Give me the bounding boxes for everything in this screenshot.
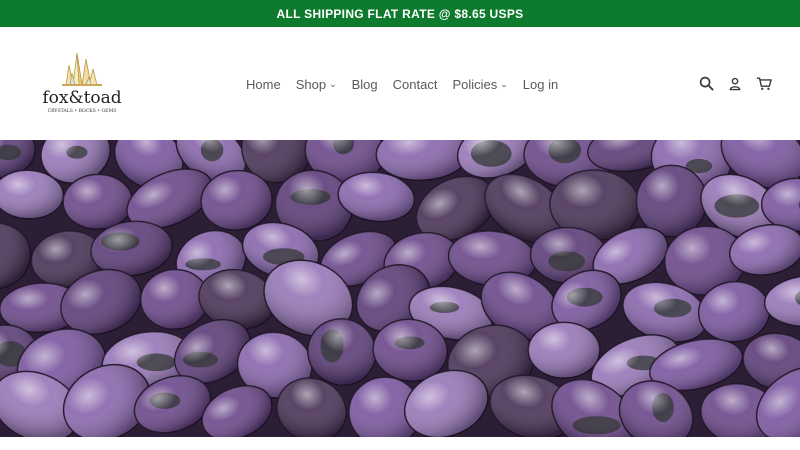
logo-wordmark: fox&toad <box>42 88 121 108</box>
nav-shop[interactable]: Shop ⌄ <box>296 77 337 92</box>
announcement-bar: ALL SHIPPING FLAT RATE @ $8.65 USPS <box>0 0 800 27</box>
cart-icon[interactable] <box>754 73 774 93</box>
nav-contact[interactable]: Contact <box>393 77 438 92</box>
header-icons <box>696 73 783 93</box>
nav-label: Home <box>246 76 281 92</box>
nav-label: Blog <box>351 76 378 92</box>
nav-label: Shop <box>295 76 327 92</box>
chevron-down-icon: ⌄ <box>500 78 508 89</box>
stone-highlight <box>528 322 600 379</box>
nav-log-in[interactable]: Log in <box>523 77 558 92</box>
store-logo[interactable]: fox&toad CRYSTALS • ROCKS • GEMS <box>40 43 124 127</box>
hero-banner <box>0 140 800 437</box>
logo-tagline: CRYSTALS • ROCKS • GEMS <box>48 108 117 114</box>
nav-label: Policies <box>452 76 498 92</box>
main-navigation: Home Shop ⌄ Blog Contact Policies ⌄ Log in <box>246 75 573 93</box>
nav-home[interactable]: Home <box>246 77 281 92</box>
nav-policies[interactable]: Policies ⌄ <box>452 77 507 92</box>
announcement-text: ALL SHIPPING FLAT RATE @ $8.65 USPS <box>276 6 524 21</box>
account-icon[interactable] <box>725 73 745 93</box>
nav-label: Log in <box>522 76 559 92</box>
crystal-cluster-logo-icon: fox&toad CRYSTALS • ROCKS • GEMS <box>42 52 122 114</box>
hero-stones-image <box>0 140 800 437</box>
site-header: fox&toad CRYSTALS • ROCKS • GEMS Home Sho… <box>0 27 800 140</box>
search-icon[interactable] <box>696 73 716 93</box>
nav-blog[interactable]: Blog <box>352 77 378 92</box>
chevron-down-icon: ⌄ <box>329 78 337 89</box>
nav-label: Contact <box>392 76 438 92</box>
